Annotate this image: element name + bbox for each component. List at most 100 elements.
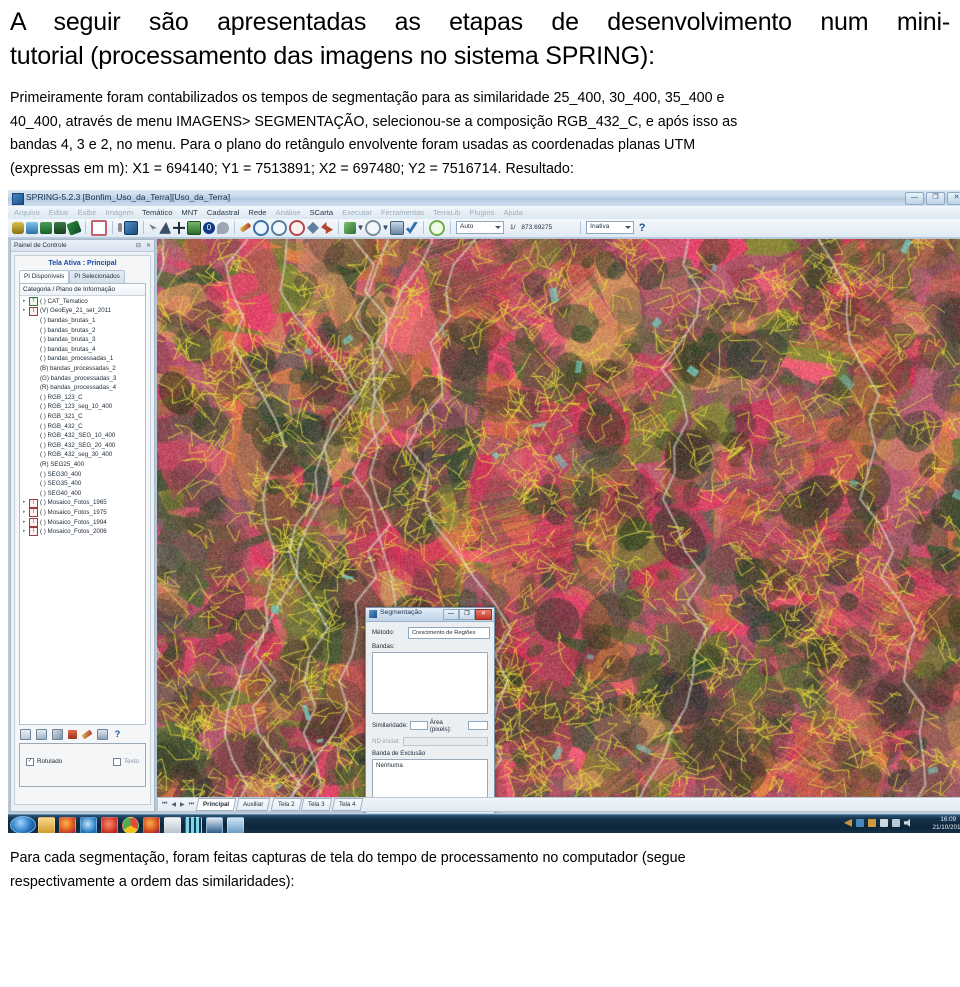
tree-item[interactable]: ( ) RGB_432_SEG_10_400 [20,431,145,441]
tree-item[interactable]: ( ) RGB_432_C [20,422,145,432]
project-icon[interactable] [40,221,52,234]
list-icon[interactable] [20,728,31,740]
pointer-icon[interactable] [149,223,157,232]
pan-icon[interactable] [307,221,319,234]
legend-icon[interactable] [97,728,108,740]
menu-item-ajuda[interactable]: Ajuda [503,206,522,219]
pdf-icon[interactable] [164,816,181,833]
zoom-mode-select[interactable]: Auto [456,221,504,235]
edit-color-icon[interactable] [81,729,93,740]
refresh-icon[interactable] [429,219,445,236]
polyline-icon[interactable] [159,221,171,234]
identify-icon[interactable] [217,221,229,234]
scale-value[interactable]: 873.69275 [521,224,552,231]
satellite-image[interactable] [157,238,960,797]
palette-icon[interactable] [344,221,356,234]
zoom-dropdown-icon[interactable] [365,219,381,236]
tree-item[interactable]: ▸ T( ) CAT_Tematico [20,297,145,307]
dialog-close-button[interactable]: ✕ [475,608,492,620]
menu-item-executar[interactable]: Executar [342,206,372,219]
menu-item-arquivo[interactable]: Arquivo [14,206,40,219]
explorer-icon[interactable] [38,816,55,833]
zoom-area-icon[interactable] [289,219,305,236]
screen-tab-auxiliar[interactable]: Auxiliar [235,797,271,811]
screen-tab-tela4[interactable]: Tela 4 [331,797,363,811]
dialog-maximize-button[interactable]: ❐ [459,608,475,620]
transparency-icon[interactable] [52,728,63,740]
info-icon[interactable]: 0 [203,221,215,234]
first-tab-icon[interactable]: ⏮ [161,801,168,808]
security-icon[interactable] [868,818,876,827]
tree-item[interactable]: ( ) RGB_321_C [20,412,145,422]
rotulado-checkbox[interactable]: ✓ Rotulado [26,757,62,766]
menu-item-anlise[interactable]: Análise [276,206,301,219]
screen-tab-tela3[interactable]: Tela 3 [300,797,332,811]
menu-item-rede[interactable]: Rede [248,206,266,219]
calculator-icon[interactable] [185,816,202,833]
layer-tree[interactable]: ▸ T( ) CAT_Tematico ▸ I (V) GeoEye_21_set_20… [20,296,145,537]
texto-checkbox[interactable]: Texto [112,757,139,766]
help-icon[interactable]: ? [113,729,122,739]
grid-icon[interactable] [54,221,66,234]
database-icon[interactable] [12,221,24,234]
tree-item[interactable]: ( ) SEG35_400 [20,479,145,489]
area-input[interactable] [468,721,488,731]
tree-item[interactable]: ▸ I( ) Mosaico_Fotos_1965 [20,498,145,508]
tree-item[interactable]: (B) bandas_processadas_2 [20,364,145,374]
undo-icon[interactable] [321,221,333,234]
add-database-icon[interactable] [26,221,38,234]
image-viewer-icon[interactable] [227,816,244,833]
tree-item[interactable]: ( ) bandas_brutas_4 [20,345,145,355]
tree-item[interactable]: ▸ I (V) GeoEye_21_set_2011 [20,306,145,316]
close-icon[interactable]: ✕ [146,241,151,252]
tree-item[interactable]: ▸ I( ) Mosaico_Fotos_1975 [20,508,145,518]
menu-item-ferramentas[interactable]: Ferramentas [381,206,424,219]
zoom-out-icon[interactable] [271,219,287,236]
histogram-icon[interactable] [68,729,77,739]
prev-tab-icon[interactable]: ◀ [170,801,177,808]
minimize-button[interactable]: — [905,191,924,205]
close-button[interactable]: ✕ [947,191,960,205]
tree-item[interactable]: ( ) RGB_432_SEG_20_400 [20,441,145,451]
sync-icon[interactable] [892,818,900,827]
map-canvas[interactable] [157,238,960,797]
menu-item-plugins[interactable]: Plugins [470,206,495,219]
tree-item[interactable]: ( ) RGB_432_seg_30_400 [20,450,145,460]
help-icon[interactable]: ? [636,222,648,234]
menu-item-scarta[interactable]: SCarta [309,206,333,219]
tree-item[interactable]: (R) SEG25_400 [20,460,145,470]
flag-icon[interactable] [880,818,888,827]
cursor-mode-select[interactable]: Inativa [586,221,635,235]
chevron-down-icon[interactable] [383,225,388,231]
opera-icon[interactable] [101,816,118,833]
next-tab-icon[interactable]: ▶ [179,801,186,808]
menu-item-editar[interactable]: Editar [49,206,69,219]
similarity-input[interactable] [409,721,428,731]
screen-icon[interactable] [390,220,404,235]
menu-item-mnt[interactable]: MNT [181,206,197,219]
chevron-down-icon[interactable] [358,225,363,231]
tree-item[interactable]: ( ) bandas_brutas_1 [20,316,145,326]
tree-item[interactable]: ( ) bandas_brutas_3 [20,335,145,345]
tree-item[interactable]: ( ) SEG40_400 [20,489,145,499]
tab-pi-disponiveis[interactable]: PI Disponíveis [19,269,70,283]
tree-item[interactable]: (R) bandas_processadas_4 [20,383,145,393]
tree-item[interactable]: ▸ I( ) Mosaico_Fotos_2006 [20,527,145,537]
tree-item[interactable]: ( ) RGB_123_seg_10_400 [20,402,145,412]
screen-tab-tela2[interactable]: Tela 2 [270,797,302,811]
menu-item-imagem[interactable]: Imagem [106,206,133,219]
exclusion-band-value[interactable]: Nenhuma [376,762,403,769]
taskbar-clock[interactable]: 16:09 21/10/2013 [932,816,960,833]
tree-item[interactable]: ( ) bandas_brutas_2 [20,326,145,336]
show-hidden-icon[interactable] [844,818,852,827]
table-icon[interactable] [36,728,47,740]
menu-item-temtico[interactable]: Temático [142,206,172,219]
maximize-button[interactable]: ❐ [926,191,945,205]
add-point-icon[interactable] [173,221,185,234]
image-layer-icon[interactable] [124,220,138,235]
tab-pi-selecionados[interactable]: PI Selecionados [69,269,125,283]
tree-item[interactable]: ( ) SEG30_400 [20,470,145,480]
zoom-in-icon[interactable] [253,219,269,236]
menu-item-cadastral[interactable]: Cadastral [207,206,240,219]
firefox-icon[interactable] [59,816,76,833]
